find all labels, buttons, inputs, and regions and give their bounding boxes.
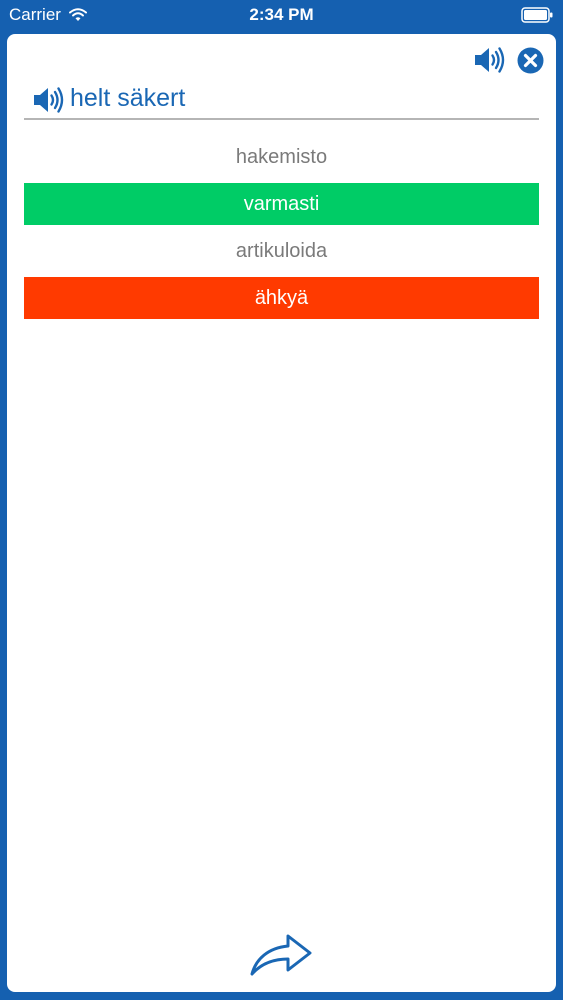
question-header: helt säkert — [24, 82, 539, 120]
status-time: 2:34 PM — [249, 5, 314, 24]
top-actions — [473, 45, 544, 75]
speaker-icon[interactable] — [473, 45, 505, 75]
close-icon[interactable] — [517, 47, 544, 74]
quiz-card: helt säkert hakemisto varmasti artikuloi… — [7, 34, 556, 992]
answer-list: hakemisto varmasti artikuloida ähkyä — [24, 136, 539, 324]
answer-option[interactable]: artikuloida — [24, 230, 539, 272]
answer-option-wrong[interactable]: ähkyä — [24, 277, 539, 319]
answer-option[interactable]: hakemisto — [24, 136, 539, 178]
forward-arrow-icon[interactable] — [248, 931, 314, 979]
question-text: helt säkert — [70, 84, 186, 112]
speaker-icon[interactable] — [32, 85, 64, 115]
status-bar: Carrier 2:34 PM — [0, 0, 563, 32]
answer-option-correct[interactable]: varmasti — [24, 183, 539, 225]
battery-icon — [521, 7, 553, 23]
